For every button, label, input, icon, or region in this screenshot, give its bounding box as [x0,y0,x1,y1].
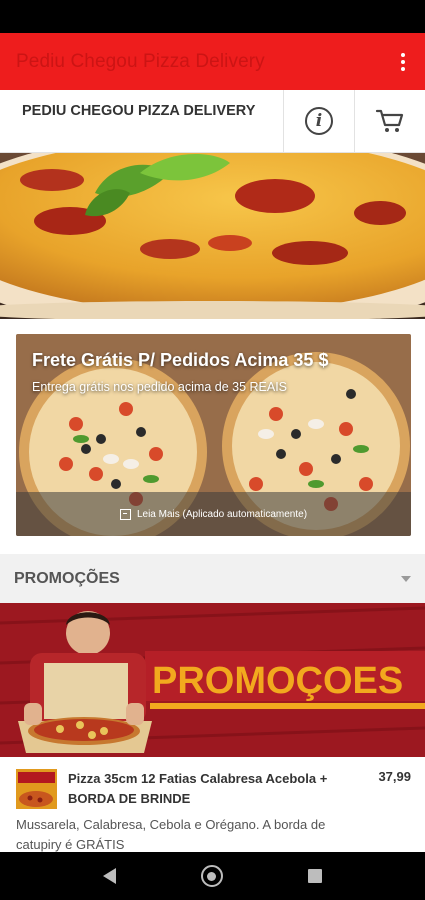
back-icon[interactable] [102,868,116,884]
recents-icon[interactable] [308,869,323,883]
product-price: 37,99 [378,769,411,784]
app-bar: Pediu Chegou Pizza Delivery [0,33,425,90]
info-icon: i [305,107,333,135]
product-thumbnail [16,769,57,809]
section-header-promocoes[interactable]: PROMOÇÕES [0,554,425,603]
product-item[interactable]: Pizza 35cm 12 Fatias Calabresa Acebola +… [0,757,425,852]
status-bar [0,0,425,33]
chevron-down-icon [401,575,411,582]
promocoes-headline: PROMOÇOES [152,660,403,702]
promo-banner[interactable]: Frete Grátis P/ Pedidos Acima 35 $ Entre… [16,334,411,536]
product-description: Mussarela, Calabresa, Cebola e Orégano. … [16,817,326,852]
cart-icon [375,109,404,132]
promo-banner-subtitle: Entrega grátis nos pedido acima de 35 RE… [32,380,288,394]
hero-pizza-image [0,153,425,319]
more-vert-icon [401,52,405,71]
store-name: PEDIU CHEGOU PIZZA DELIVERY [22,103,256,119]
store-header: PEDIU CHEGOU PIZZA DELIVERY i [0,90,425,153]
product-name: Pizza 35cm 12 Fatias Calabresa Acebola +… [68,771,328,806]
promocoes-banner-image: PROMOÇOES [0,603,425,757]
overflow-menu-button[interactable] [381,33,425,90]
cart-button[interactable] [354,90,425,152]
system-nav-bar [0,852,425,900]
home-icon[interactable] [200,865,223,887]
promo-banner-title: Frete Grátis P/ Pedidos Acima 35 $ [32,350,329,370]
app-title: Pediu Chegou Pizza Delivery [16,50,265,72]
read-more-link[interactable]: Leia Mais (Aplicado automaticamente) [137,509,307,520]
section-title: PROMOÇÕES [14,569,120,587]
info-button[interactable]: i [283,90,354,152]
promo-banner-footer[interactable]: Leia Mais (Aplicado automaticamente) [16,492,411,536]
open-external-icon [119,508,131,520]
